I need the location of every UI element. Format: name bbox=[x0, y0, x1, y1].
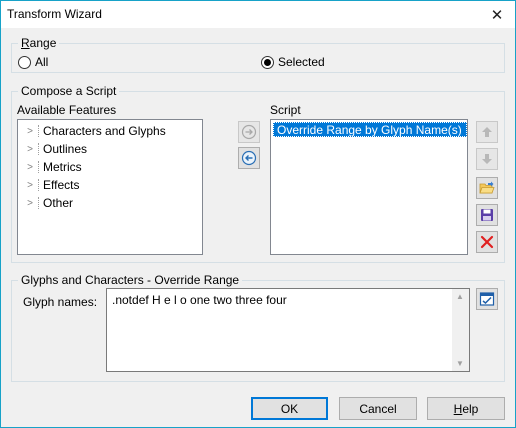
title-bar[interactable]: Transform Wizard ✕ bbox=[1, 1, 515, 28]
scroll-down-icon[interactable]: ▼ bbox=[456, 359, 464, 368]
scroll-up-icon[interactable]: ▲ bbox=[456, 292, 464, 301]
close-button[interactable]: ✕ bbox=[479, 1, 515, 28]
tree-item-other[interactable]: > Other bbox=[25, 194, 73, 212]
script-list[interactable]: Override Range by Glyph Name(s) .n bbox=[270, 119, 468, 255]
radio-all-circle[interactable] bbox=[18, 55, 31, 69]
arrow-down-icon bbox=[482, 154, 492, 164]
edit-glyph-names-button[interactable] bbox=[476, 288, 498, 310]
script-item-override-range[interactable]: Override Range by Glyph Name(s) .n bbox=[273, 122, 467, 137]
radio-selected[interactable]: Selected bbox=[261, 55, 325, 69]
cancel-button[interactable]: Cancel bbox=[339, 397, 417, 420]
tree-item-label: Effects bbox=[43, 178, 80, 192]
arrow-right-circle-icon bbox=[241, 124, 257, 140]
chevron-right-icon[interactable]: > bbox=[25, 162, 35, 173]
arrow-left-circle-icon bbox=[241, 150, 257, 166]
open-script-button[interactable] bbox=[476, 177, 498, 199]
close-icon: ✕ bbox=[490, 6, 504, 24]
glyph-names-label: Glyph names: bbox=[23, 295, 98, 309]
available-features-label: Available Features bbox=[17, 103, 117, 117]
cancel-button-label: Cancel bbox=[359, 401, 397, 416]
script-label: Script bbox=[270, 103, 301, 117]
chevron-right-icon[interactable]: > bbox=[25, 126, 35, 137]
radio-selected-label: Selected bbox=[278, 55, 325, 69]
open-folder-icon bbox=[479, 181, 495, 194]
tree-item-label: Other bbox=[43, 196, 74, 210]
tree-item-label: Metrics bbox=[43, 160, 82, 174]
range-group: Range All Selected bbox=[11, 36, 505, 73]
ok-button[interactable]: OK bbox=[251, 397, 328, 420]
remove-from-script-button[interactable] bbox=[238, 147, 260, 169]
move-down-button[interactable] bbox=[476, 148, 498, 170]
arrow-up-icon bbox=[482, 127, 492, 137]
tree-item-label: Outlines bbox=[43, 142, 88, 156]
save-disk-icon bbox=[481, 209, 493, 221]
tree-item-outlines[interactable]: > Outlines bbox=[25, 140, 87, 158]
edit-list-icon bbox=[479, 292, 495, 306]
tree-item-effects[interactable]: > Effects bbox=[25, 176, 79, 194]
help-button-label: Help bbox=[453, 401, 479, 416]
window-title: Transform Wizard bbox=[7, 7, 102, 21]
range-group-label: Range bbox=[18, 36, 60, 50]
radio-selected-circle[interactable] bbox=[261, 55, 274, 69]
tree-item-metrics[interactable]: > Metrics bbox=[25, 158, 82, 176]
available-features-tree[interactable]: > Characters and Glyphs > Outlines > Met… bbox=[17, 119, 203, 255]
radio-all-label: All bbox=[35, 55, 49, 69]
move-up-button[interactable] bbox=[476, 121, 498, 143]
delete-script-item-button[interactable] bbox=[476, 231, 498, 253]
glyph-names-field[interactable]: .notdef H e l o one two three four ▲ ▼ bbox=[106, 288, 470, 372]
tree-item-label: Characters and Glyphs bbox=[43, 124, 166, 138]
radio-all[interactable]: All bbox=[18, 55, 48, 69]
help-button[interactable]: Help bbox=[427, 397, 505, 420]
glyph-names-value: .notdef H e l o one two three four bbox=[112, 293, 287, 307]
ok-button-label: OK bbox=[280, 401, 299, 416]
override-group-label: Glyphs and Characters - Override Range bbox=[18, 273, 243, 287]
chevron-right-icon[interactable]: > bbox=[25, 144, 35, 155]
save-script-button[interactable] bbox=[476, 204, 498, 226]
tree-item-characters-and-glyphs[interactable]: > Characters and Glyphs bbox=[25, 122, 166, 140]
compose-group-label: Compose a Script bbox=[18, 84, 120, 98]
vertical-scrollbar[interactable]: ▲ ▼ bbox=[452, 289, 469, 371]
chevron-right-icon[interactable]: > bbox=[25, 180, 35, 191]
chevron-right-icon[interactable]: > bbox=[25, 198, 35, 209]
add-to-script-button[interactable] bbox=[238, 121, 260, 143]
transform-wizard-dialog: Transform Wizard ✕ Range All Selected Co… bbox=[0, 0, 516, 428]
delete-x-icon bbox=[480, 235, 494, 249]
